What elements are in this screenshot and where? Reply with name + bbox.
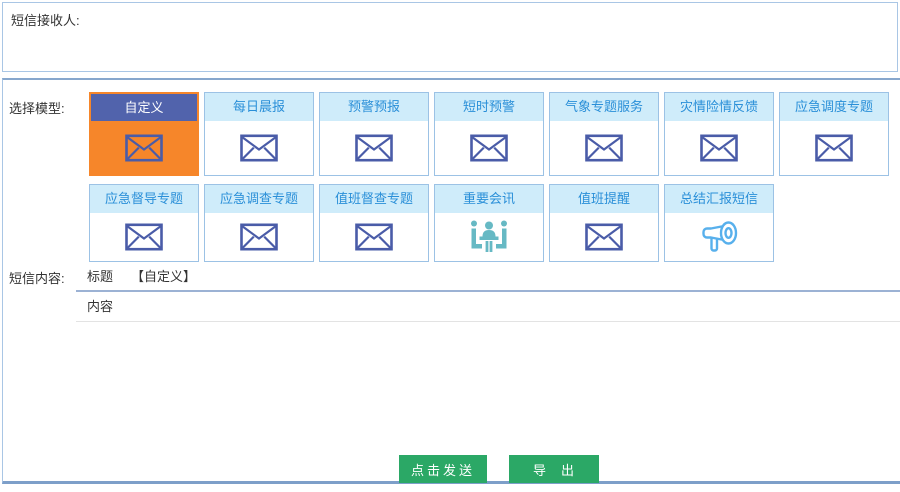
recipients-label: 短信接收人: bbox=[11, 10, 80, 29]
meeting-icon bbox=[435, 213, 543, 261]
template-card-row1-1[interactable]: 每日晨报 bbox=[204, 92, 314, 176]
template-card-row1-6[interactable]: 应急调度专题 bbox=[779, 92, 889, 176]
envelope-icon bbox=[90, 213, 198, 261]
template-card-row2-3[interactable]: 重要会讯 bbox=[434, 184, 544, 262]
sms-compose-screen: 短信接收人: 选择模型: 自定义每日晨报预警预报短时预警气象专题服务灾情险情反馈… bbox=[0, 0, 900, 492]
template-label: 预警预报 bbox=[320, 93, 428, 121]
send-button[interactable]: 点击发送 bbox=[399, 455, 487, 483]
title-field-row[interactable]: 标题 【自定义】 bbox=[76, 264, 900, 292]
template-label: 总结汇报短信 bbox=[665, 185, 773, 213]
template-card-row2-1[interactable]: 应急调查专题 bbox=[204, 184, 314, 262]
envelope-icon bbox=[91, 121, 197, 174]
envelope-icon bbox=[665, 121, 773, 175]
template-card-row1-0[interactable]: 自定义 bbox=[89, 92, 199, 176]
envelope-icon bbox=[780, 121, 888, 175]
template-label: 自定义 bbox=[91, 94, 197, 121]
template-label: 重要会讯 bbox=[435, 185, 543, 213]
envelope-icon bbox=[320, 121, 428, 175]
template-card-row1-3[interactable]: 短时预警 bbox=[434, 92, 544, 176]
template-row1: 自定义每日晨报预警预报短时预警气象专题服务灾情险情反馈应急调度专题 bbox=[89, 92, 889, 176]
template-card-row1-5[interactable]: 灾情险情反馈 bbox=[664, 92, 774, 176]
template-row2: 应急督导专题应急调查专题值班督查专题重要会讯值班提醒总结汇报短信 bbox=[89, 184, 889, 262]
content-body-label: 内容 bbox=[87, 299, 113, 314]
template-label: 值班督查专题 bbox=[320, 185, 428, 213]
template-label: 短时预警 bbox=[435, 93, 543, 121]
template-card-row2-5[interactable]: 总结汇报短信 bbox=[664, 184, 774, 262]
model-select-label: 选择模型: bbox=[9, 98, 65, 117]
template-card-row1-4[interactable]: 气象专题服务 bbox=[549, 92, 659, 176]
template-label: 应急调度专题 bbox=[780, 93, 888, 121]
template-label: 应急督导专题 bbox=[90, 185, 198, 213]
recipients-input[interactable] bbox=[81, 5, 895, 69]
recipients-panel: 短信接收人: bbox=[2, 2, 898, 72]
envelope-icon bbox=[550, 121, 658, 175]
envelope-icon bbox=[435, 121, 543, 175]
template-label: 每日晨报 bbox=[205, 93, 313, 121]
envelope-icon bbox=[550, 213, 658, 261]
envelope-icon bbox=[205, 213, 313, 261]
template-card-row2-0[interactable]: 应急督导专题 bbox=[89, 184, 199, 262]
template-label: 灾情险情反馈 bbox=[665, 93, 773, 121]
template-grid: 自定义每日晨报预警预报短时预警气象专题服务灾情险情反馈应急调度专题应急督导专题应… bbox=[89, 92, 889, 270]
content-field-row[interactable]: 内容 bbox=[76, 292, 900, 322]
template-label: 应急调查专题 bbox=[205, 185, 313, 213]
content-fields: 标题 【自定义】 内容 bbox=[76, 264, 900, 322]
main-panel: 选择模型: 自定义每日晨报预警预报短时预警气象专题服务灾情险情反馈应急调度专题应… bbox=[2, 78, 900, 484]
envelope-icon bbox=[320, 213, 428, 261]
template-label: 值班提醒 bbox=[550, 185, 658, 213]
export-button[interactable]: 导 出 bbox=[509, 455, 599, 483]
template-card-row1-2[interactable]: 预警预报 bbox=[319, 92, 429, 176]
envelope-icon bbox=[205, 121, 313, 175]
template-card-row2-4[interactable]: 值班提醒 bbox=[549, 184, 659, 262]
action-buttons-row: 点击发送 导 出 bbox=[3, 455, 900, 483]
title-value: 【自定义】 bbox=[131, 269, 196, 284]
template-label: 气象专题服务 bbox=[550, 93, 658, 121]
title-label: 标题 bbox=[87, 269, 113, 284]
megaphone-icon bbox=[665, 213, 773, 261]
content-label: 短信内容: bbox=[9, 268, 65, 287]
template-card-row2-2[interactable]: 值班督查专题 bbox=[319, 184, 429, 262]
